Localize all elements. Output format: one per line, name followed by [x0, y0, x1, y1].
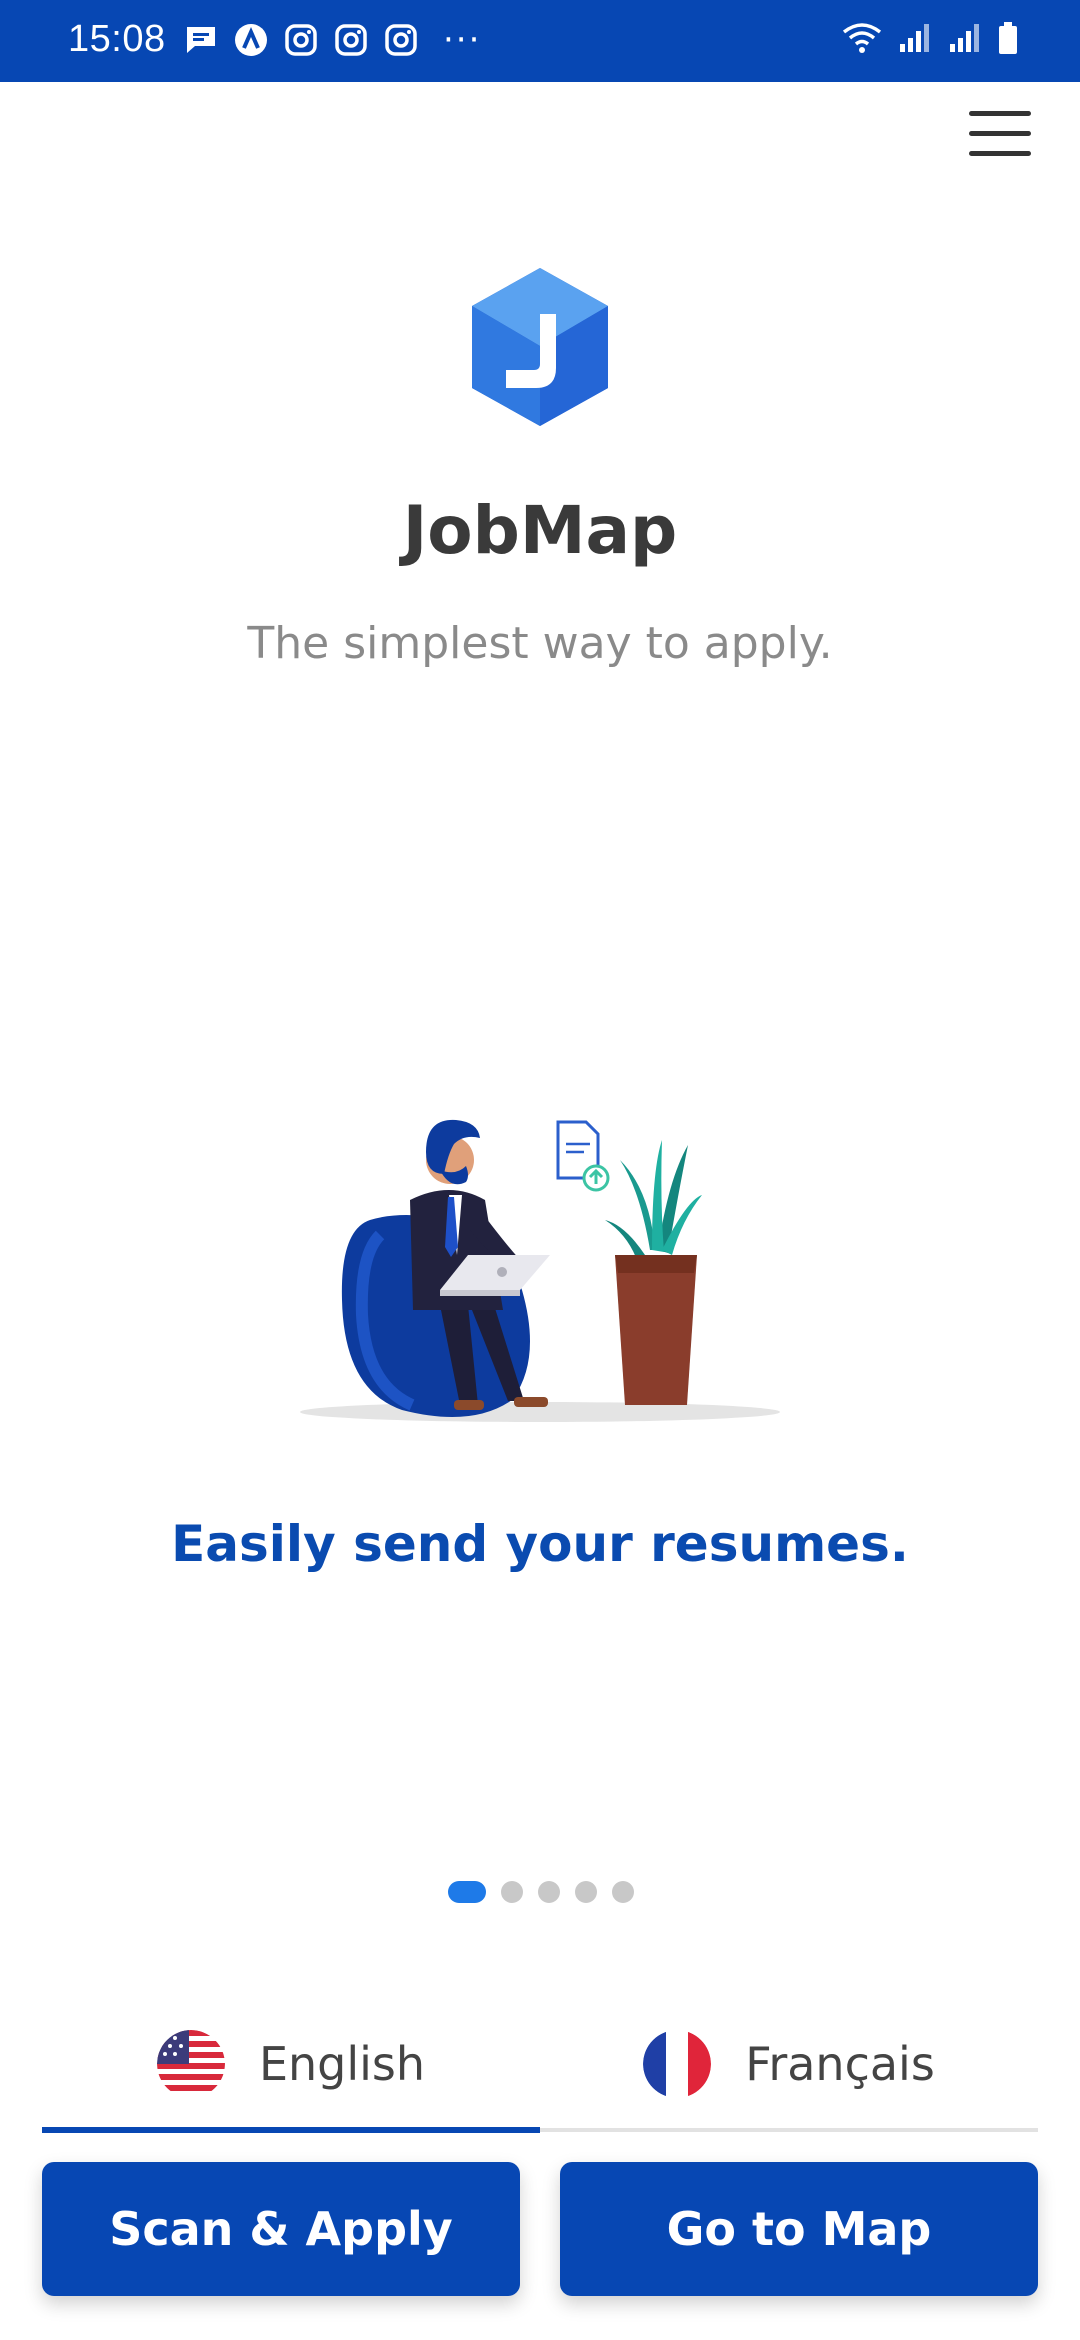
tab-active-indicator — [42, 2127, 540, 2133]
app-tagline: The simplest way to apply. — [247, 618, 833, 669]
signal-icon — [900, 24, 929, 52]
instagram-icon — [285, 24, 317, 56]
status-time: 15:08 — [68, 18, 166, 60]
pagination-dot[interactable] — [501, 1881, 523, 1903]
hamburger-menu-icon[interactable] — [965, 107, 1035, 163]
pagination-dot[interactable] — [612, 1881, 634, 1903]
language-tabs: English Français — [42, 2000, 1038, 2134]
resume-upload-illustration — [300, 1119, 780, 1422]
instagram-icon — [385, 24, 417, 56]
message-icon — [187, 27, 215, 53]
tab-francais[interactable]: Français — [540, 2000, 1038, 2128]
app-title: JobMap — [402, 492, 678, 569]
scan-apply-button[interactable]: Scan & Apply — [42, 2162, 520, 2296]
tab-francais-label: Français — [745, 2037, 935, 2091]
wifi-icon — [842, 23, 882, 53]
us-flag-icon — [156, 2030, 225, 2098]
carousel-caption: Easily send your resumes. — [171, 1515, 909, 1573]
status-bar: 15:08 ··· — [0, 0, 1080, 82]
tab-english-label: English — [258, 2037, 426, 2091]
battery-icon — [999, 22, 1017, 54]
tab-english[interactable]: English — [42, 2000, 540, 2128]
pagination-dot[interactable] — [538, 1881, 560, 1903]
more-notifications-icon: ··· — [443, 20, 482, 60]
carousel-pagination[interactable] — [448, 1881, 634, 1903]
system-icons — [842, 20, 1020, 56]
signal-icon — [950, 24, 979, 52]
jobmap-logo-icon — [472, 268, 608, 426]
instagram-icon — [335, 24, 367, 56]
pagination-dot[interactable] — [575, 1881, 597, 1903]
france-flag-icon — [643, 2030, 712, 2098]
app-a-icon — [235, 24, 267, 56]
pagination-dot-active[interactable] — [448, 1881, 486, 1903]
go-to-map-button[interactable]: Go to Map — [560, 2162, 1038, 2296]
notification-icons: ··· — [183, 22, 481, 58]
